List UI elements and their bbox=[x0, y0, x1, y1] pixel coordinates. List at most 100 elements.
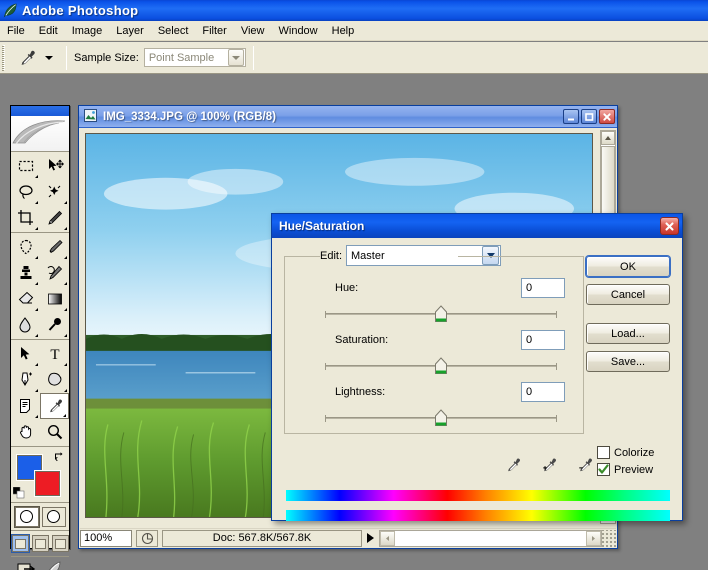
photoshop-application-window: Adobe Photoshop File Edit Image Layer Se… bbox=[0, 0, 708, 570]
tool-crop[interactable] bbox=[11, 205, 40, 231]
hue-value-field[interactable]: 0 bbox=[521, 278, 565, 298]
tool-gradient[interactable] bbox=[40, 286, 69, 312]
tool-brush[interactable] bbox=[40, 234, 69, 260]
standard-screen-mode-button[interactable] bbox=[11, 535, 29, 552]
colorize-checkbox-row[interactable]: Colorize bbox=[597, 446, 654, 459]
tool-zoom[interactable] bbox=[40, 419, 69, 445]
load-button[interactable]: Load... bbox=[586, 323, 670, 344]
tool-clone-stamp[interactable] bbox=[11, 260, 40, 286]
preview-thumbnail-button[interactable] bbox=[136, 529, 158, 547]
screen-mode-group bbox=[11, 531, 69, 557]
close-icon[interactable] bbox=[660, 217, 679, 235]
saturation-slider[interactable] bbox=[325, 357, 557, 375]
color-spectrum-bars bbox=[286, 490, 670, 521]
application-titlebar: Adobe Photoshop bbox=[0, 0, 708, 21]
preview-checkbox[interactable] bbox=[597, 463, 610, 476]
tool-path-selection[interactable] bbox=[11, 341, 40, 367]
dialog-titlebar[interactable]: Hue/Saturation bbox=[272, 214, 682, 238]
eyedropper-icon[interactable] bbox=[14, 45, 40, 71]
menu-view[interactable]: View bbox=[234, 22, 272, 40]
menu-help[interactable]: Help bbox=[325, 22, 362, 40]
scroll-left-arrow-icon[interactable] bbox=[380, 530, 395, 546]
tool-palette-titlebar[interactable] bbox=[11, 106, 69, 116]
lightness-slider[interactable] bbox=[325, 409, 557, 427]
saturation-value-field[interactable]: 0 bbox=[521, 330, 565, 350]
menu-filter[interactable]: Filter bbox=[195, 22, 233, 40]
chevron-down-icon[interactable] bbox=[227, 49, 244, 66]
ok-button[interactable]: OK bbox=[586, 256, 670, 277]
swap-colors-icon[interactable] bbox=[54, 451, 65, 462]
sample-size-select[interactable]: Point Sample bbox=[143, 48, 246, 67]
imageready-feather-icon[interactable] bbox=[44, 560, 64, 570]
minimize-button[interactable] bbox=[563, 109, 579, 124]
tool-group-retouch bbox=[11, 233, 69, 340]
scroll-right-arrow-icon[interactable] bbox=[586, 530, 601, 546]
document-titlebar[interactable]: IMG_3334.JPG @ 100% (RGB/8) bbox=[79, 106, 617, 128]
background-color-swatch[interactable] bbox=[35, 471, 60, 496]
menu-window[interactable]: Window bbox=[272, 22, 325, 40]
tool-palette: T bbox=[10, 105, 70, 570]
tool-dodge[interactable] bbox=[40, 312, 69, 338]
tool-healing-brush[interactable] bbox=[11, 234, 40, 260]
document-statusbar: 100% Doc: 567.8K/567.8K bbox=[80, 528, 616, 547]
status-info-arrow-icon[interactable] bbox=[367, 533, 374, 543]
menu-image[interactable]: Image bbox=[65, 22, 110, 40]
options-bar-grip[interactable] bbox=[1, 44, 10, 71]
tool-preset-dropdown-arrow[interactable] bbox=[45, 55, 53, 60]
saturation-slider-thumb[interactable] bbox=[434, 357, 448, 375]
save-button[interactable]: Save... bbox=[586, 351, 670, 372]
tool-eraser[interactable] bbox=[11, 286, 40, 312]
full-screen-mode-button[interactable] bbox=[51, 535, 69, 552]
tool-slice[interactable] bbox=[40, 205, 69, 231]
jump-to-imageready-icon[interactable] bbox=[16, 560, 40, 570]
eyedropper-icon[interactable] bbox=[504, 456, 522, 477]
sample-size-value: Point Sample bbox=[148, 51, 215, 64]
quick-mask-mode-button[interactable] bbox=[41, 506, 66, 527]
maximize-button[interactable] bbox=[581, 109, 597, 124]
edit-channel-select[interactable]: Master bbox=[346, 245, 502, 266]
zoom-level-field[interactable]: 100% bbox=[80, 529, 132, 547]
menu-edit[interactable]: Edit bbox=[32, 22, 65, 40]
saturation-slider-block: Saturation: 0 bbox=[285, 330, 585, 375]
eyedropper-minus-icon[interactable] bbox=[576, 456, 594, 477]
tool-history-brush[interactable] bbox=[40, 260, 69, 286]
standard-mode-button[interactable] bbox=[14, 506, 39, 527]
spectrum-bar-adjusted[interactable] bbox=[286, 510, 670, 521]
cancel-button[interactable]: Cancel bbox=[586, 284, 670, 305]
tool-move[interactable] bbox=[40, 153, 69, 179]
tool-blur[interactable] bbox=[11, 312, 40, 338]
lightness-value-field[interactable]: 0 bbox=[521, 382, 565, 402]
colorize-label: Colorize bbox=[614, 446, 655, 459]
horizontal-scrollbar[interactable] bbox=[379, 529, 602, 547]
button-spacer bbox=[586, 312, 670, 323]
resize-grip[interactable] bbox=[602, 529, 616, 547]
hue-slider[interactable] bbox=[325, 305, 557, 323]
chevron-down-icon[interactable] bbox=[482, 246, 500, 265]
tool-eyedropper[interactable] bbox=[40, 393, 69, 419]
hue-slider-thumb[interactable] bbox=[434, 305, 448, 323]
tool-custom-shape[interactable] bbox=[40, 367, 69, 393]
tool-hand[interactable] bbox=[11, 419, 40, 445]
color-swatches bbox=[11, 447, 69, 503]
application-title: Adobe Photoshop bbox=[22, 3, 139, 18]
menu-file[interactable]: File bbox=[0, 22, 32, 40]
eyedropper-plus-icon[interactable] bbox=[540, 456, 558, 477]
scroll-up-arrow-icon[interactable] bbox=[601, 131, 615, 145]
tool-type[interactable]: T bbox=[40, 341, 69, 367]
menu-select[interactable]: Select bbox=[151, 22, 196, 40]
full-screen-menubar-mode-button[interactable] bbox=[31, 535, 49, 552]
tool-notes[interactable] bbox=[11, 393, 40, 419]
lightness-slider-thumb[interactable] bbox=[434, 409, 448, 427]
edit-group-box: Edit: Master Hue: 0 Saturation: 0 Lightn… bbox=[284, 245, 585, 434]
preview-checkbox-row[interactable]: Preview bbox=[597, 463, 654, 476]
tool-rectangular-marquee[interactable] bbox=[11, 153, 40, 179]
tool-magic-wand[interactable] bbox=[40, 179, 69, 205]
tool-lasso[interactable] bbox=[11, 179, 40, 205]
lightness-label: Lightness: bbox=[335, 386, 386, 398]
tool-pen[interactable] bbox=[11, 367, 40, 393]
close-button[interactable] bbox=[599, 109, 615, 124]
colorize-checkbox[interactable] bbox=[597, 446, 610, 459]
menu-layer[interactable]: Layer bbox=[109, 22, 151, 40]
default-colors-icon[interactable] bbox=[12, 486, 25, 499]
spectrum-spacer bbox=[286, 501, 670, 510]
